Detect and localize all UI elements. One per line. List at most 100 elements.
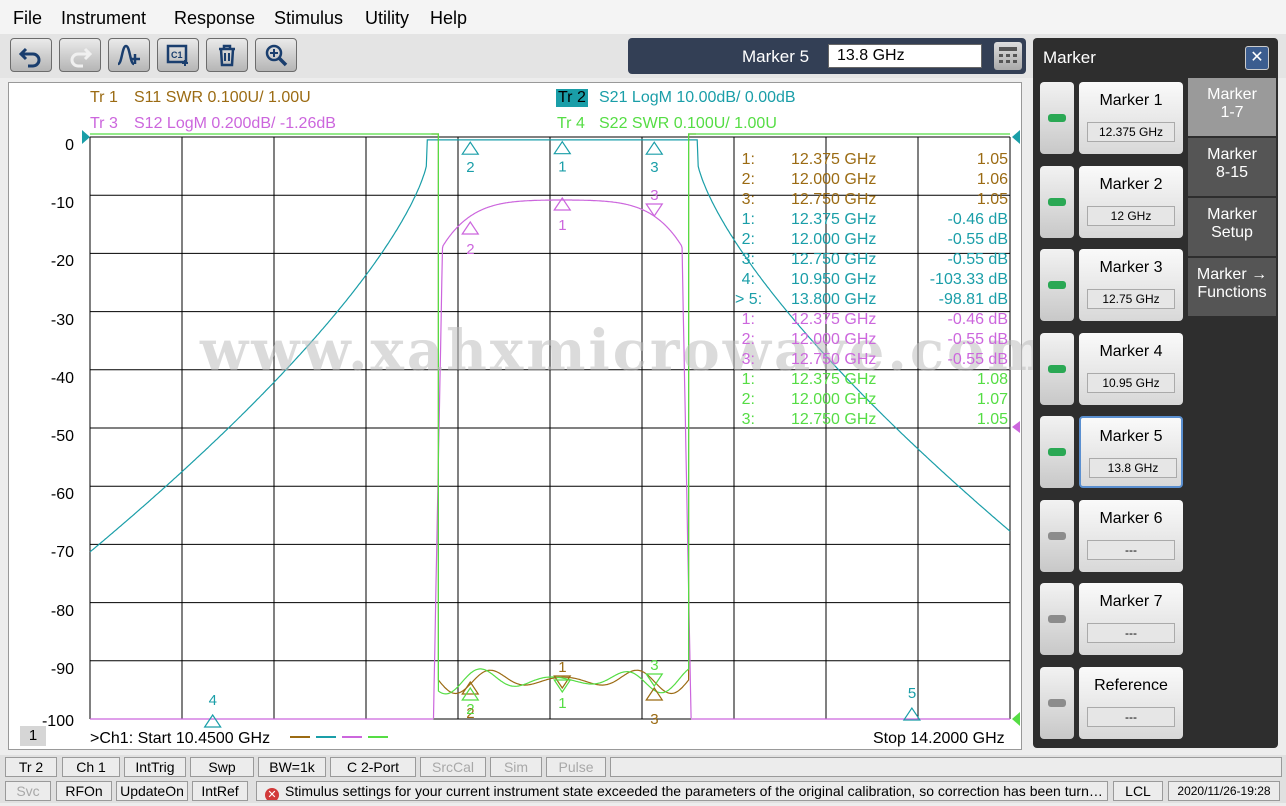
status-button[interactable]: Svc [5, 781, 51, 801]
marker-readout-frequency: 12.000 GHz [791, 391, 877, 408]
marker-led-icon [1048, 281, 1066, 289]
status-button[interactable]: Swp [190, 757, 254, 777]
marker-button[interactable]: Marker 6 --- [1079, 499, 1183, 572]
trace-1-id[interactable]: Tr 1 [90, 89, 118, 107]
status-button[interactable]: Ch 1 [62, 757, 120, 777]
marker-readout-number: > 5: [735, 291, 763, 308]
marker-readout-number: 3: [741, 351, 755, 368]
marker-tab-line2: 1-7 [1220, 104, 1244, 121]
datetime: 2020/11/26-19:28 [1168, 781, 1280, 801]
marker-toggle[interactable] [1040, 332, 1074, 405]
marker-button[interactable]: Marker 3 12.75 GHz [1079, 249, 1183, 321]
status-button[interactable]: BW=1k [258, 757, 326, 777]
undo-icon [18, 47, 41, 68]
status-button[interactable]: C 2-Port [330, 757, 416, 777]
stop-frequency[interactable]: Stop 14.2000 GHz [873, 730, 1005, 748]
status-button[interactable]: RFOn [56, 781, 112, 801]
channel-button[interactable]: C1 [157, 38, 199, 72]
marker-button-label: Reference [1094, 676, 1168, 694]
marker-toggle[interactable] [1040, 82, 1074, 154]
redo-button[interactable] [59, 38, 101, 72]
marker-tab[interactable]: Marker 1-7 [1188, 78, 1276, 136]
marker-toggle[interactable] [1040, 666, 1074, 739]
status-button[interactable]: SrcCal [420, 757, 486, 777]
menu-instrument[interactable]: Instrument [61, 8, 146, 29]
trace-4-id[interactable]: Tr 4 [557, 115, 585, 133]
menu-utility[interactable]: Utility [365, 8, 409, 29]
s21-marker [645, 141, 664, 155]
add-marker-button[interactable] [108, 38, 150, 72]
marker-button[interactable]: Marker 2 12 GHz [1079, 165, 1183, 238]
marker-button-label: Marker 6 [1099, 509, 1163, 527]
marker-toggle[interactable] [1040, 416, 1074, 488]
s22-marker-label: 2 [466, 701, 474, 718]
status-button[interactable]: IntTrig [124, 757, 186, 777]
close-icon[interactable]: ✕ [1245, 46, 1269, 70]
trace-2-id-active[interactable]: Tr 2 [556, 89, 588, 107]
status-button[interactable]: Tr 2 [5, 757, 57, 777]
marker-readout-frequency: 12.750 GHz [791, 351, 877, 368]
marker-tab[interactable]: Marker → Functions [1188, 258, 1276, 316]
status-button[interactable]: Sim [490, 757, 542, 777]
undo-button[interactable] [10, 38, 52, 72]
marker-value-input[interactable]: 13.8 GHz [828, 44, 982, 68]
marker-readout-number: 2: [741, 331, 755, 348]
menu-file[interactable]: File [13, 8, 42, 29]
marker-readout-value: -0.46 dB [947, 211, 1008, 228]
marker-button[interactable]: Marker 7 --- [1079, 583, 1183, 655]
marker-readout-frequency: 12.750 GHz [791, 251, 877, 268]
status-message[interactable]: ✕ Stimulus settings for your current inst… [256, 781, 1108, 801]
status-button[interactable]: UpdateOn [116, 781, 188, 801]
marker-led-icon [1048, 114, 1066, 122]
menu-response[interactable]: Response [174, 8, 255, 29]
marker-toggle[interactable] [1040, 249, 1074, 321]
marker-button-value: --- [1087, 539, 1175, 560]
trace-4-desc: S22 SWR 0.100U/ 1.00U [599, 115, 777, 132]
zoom-button[interactable] [255, 38, 297, 72]
marker-button[interactable]: Reference --- [1079, 666, 1183, 739]
marker-readout-number: 1: [741, 151, 755, 168]
marker-toggle[interactable] [1040, 499, 1074, 572]
s22-ref-arrow [1012, 712, 1020, 726]
y-axis-label: 0 [65, 137, 74, 154]
marker-button[interactable]: Marker 1 12.375 GHz [1079, 82, 1183, 154]
s11-marker-label: 3 [650, 711, 658, 728]
y-axis-label: -80 [50, 602, 74, 620]
zoom-in-icon [265, 44, 288, 67]
marker-button-value: --- [1087, 623, 1175, 643]
channel-badge[interactable]: 1 [20, 726, 46, 746]
s21-marker [203, 713, 222, 728]
marker-entry-label: Marker 5 [742, 47, 810, 66]
marker-tab-line1: Marker [1207, 86, 1257, 103]
marker-button-value: 10.95 GHz [1087, 372, 1175, 393]
trash-icon [219, 44, 235, 67]
trace-3-id[interactable]: Tr 3 [90, 115, 118, 133]
y-axis-label: -50 [50, 428, 74, 445]
s22-marker [553, 679, 572, 694]
marker-readout-value: -103.33 dB [929, 271, 1008, 288]
marker-button[interactable]: Marker 4 10.95 GHz [1079, 332, 1183, 405]
marker-toggle[interactable] [1040, 165, 1074, 238]
marker-tab[interactable]: Marker 8-15 [1188, 138, 1276, 196]
marker-readout-frequency: 13.800 GHz [791, 291, 877, 308]
s21-marker-label: 3 [650, 159, 658, 176]
marker-button[interactable]: Marker 5 13.8 GHz [1079, 416, 1183, 488]
status-button[interactable]: IntRef [192, 781, 248, 801]
menu-stimulus[interactable]: Stimulus [274, 8, 343, 29]
marker-readout-number: 3: [741, 191, 755, 208]
marker-button-label: Marker 4 [1099, 342, 1163, 360]
keypad-button[interactable] [994, 42, 1022, 70]
start-frequency[interactable]: >Ch1: Start 10.4500 GHz [90, 730, 270, 748]
marker-tab[interactable]: Marker Setup [1188, 198, 1276, 256]
menu-help[interactable]: Help [430, 8, 467, 29]
status-button[interactable]: Pulse [546, 757, 606, 777]
marker-tab-line2: Functions [1197, 284, 1267, 301]
marker-readout-frequency: 12.375 GHz [791, 151, 877, 168]
marker-tab-line1: Marker → [1196, 266, 1268, 283]
marker-readout-number: 4: [741, 271, 755, 288]
delete-button[interactable] [206, 38, 248, 72]
marker-toggle[interactable] [1040, 583, 1074, 655]
marker-readout-value: 1.05 [976, 191, 1008, 208]
marker-readout-frequency: 10.950 GHz [791, 271, 877, 288]
s12-marker-label: 1 [558, 217, 566, 234]
